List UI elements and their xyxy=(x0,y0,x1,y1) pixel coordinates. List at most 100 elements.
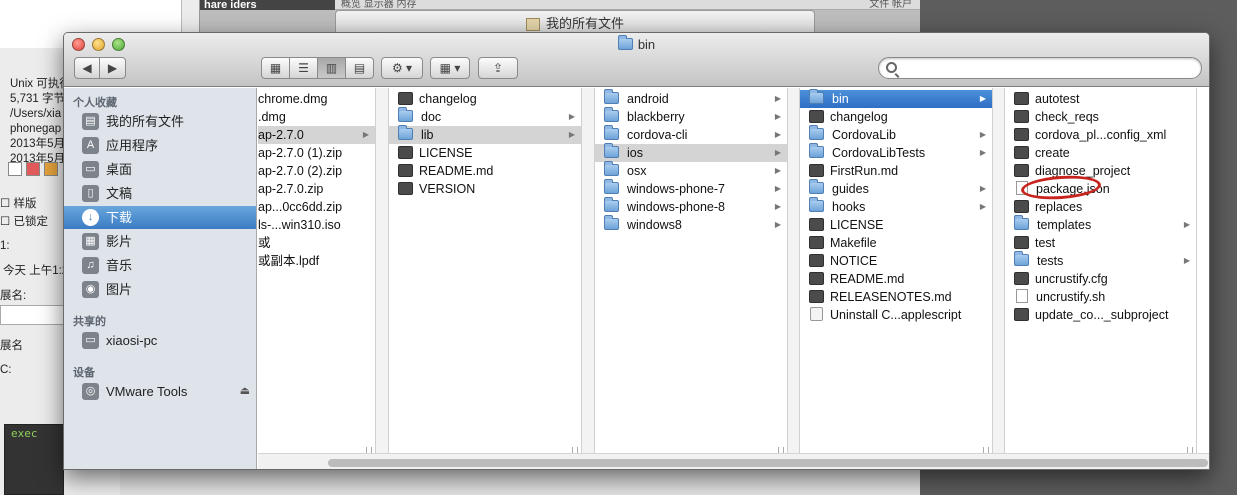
file-row-version[interactable]: VERSION xyxy=(389,180,581,198)
template-checkbox[interactable]: ☐ 样版 xyxy=(0,195,37,211)
file-row-ap-2-7-0-zip[interactable]: ap-2.7.0.zip xyxy=(258,180,375,198)
executable-icon xyxy=(1014,92,1029,105)
row-label: 或副本.lpdf xyxy=(258,254,320,268)
sidebar-item-desktop[interactable]: ▭ 桌面 xyxy=(64,158,256,181)
file-row-chrome-dmg[interactable]: chrome.dmg xyxy=(258,90,375,108)
file-row-dmg[interactable]: .dmg xyxy=(258,108,375,126)
file-row-uncrustify-cfg[interactable]: uncrustify.cfg xyxy=(1005,270,1196,288)
folder-row-tests[interactable]: tests ▶ xyxy=(1005,251,1196,270)
locked-checkbox[interactable]: ☐ 已锁定 xyxy=(0,213,48,229)
file-row-ap-0cc6dd-zip[interactable]: ap...0cc6dd.zip xyxy=(258,198,375,216)
folder-row-hooks[interactable]: hooks ▶ xyxy=(800,197,992,216)
file-row-update-co-subproject[interactable]: update_co..._subproject xyxy=(1005,306,1196,324)
file-row-ap-2-7-0-1-zip[interactable]: ap-2.7.0 (1).zip xyxy=(258,144,375,162)
folder-row-cordovalibtests[interactable]: CordovaLibTests ▶ xyxy=(800,143,992,162)
file-row-replaces[interactable]: replaces xyxy=(1005,198,1196,216)
sidebar-item-label: 音乐 xyxy=(106,258,133,273)
disclosure-arrow-icon: ▶ xyxy=(774,112,781,121)
search-box[interactable] xyxy=(878,57,1202,79)
file-row-ap-2-7-0[interactable]: ap-2.7.0 ▶ xyxy=(258,126,375,144)
movies-icon: ▦ xyxy=(82,233,99,250)
column-view-button[interactable]: ▥ xyxy=(318,58,346,78)
file-row-releasenotes-md[interactable]: RELEASENOTES.md xyxy=(800,288,992,306)
title-bar[interactable]: bin ◀ ▶ ▦ ☰ ▥ ▤ ⚙ ▾ ▦ ▾ ⇪ xyxy=(64,33,1209,87)
folder-row-blackberry[interactable]: blackberry ▶ xyxy=(595,107,787,126)
file-row-autotest[interactable]: autotest xyxy=(1005,90,1196,108)
file-row-diagnose-project[interactable]: diagnose_project xyxy=(1005,162,1196,180)
file-row-notice[interactable]: NOTICE xyxy=(800,252,992,270)
folder-row-windows-phone-8[interactable]: windows-phone-8 ▶ xyxy=(595,197,787,216)
sidebar-item-xiaosi-pc[interactable]: ▭ xiaosi-pc xyxy=(64,329,256,352)
file-row-test[interactable]: test xyxy=(1005,234,1196,252)
folder-row-ios[interactable]: ios ▶ xyxy=(595,143,787,162)
sidebar-item-all-my-files[interactable]: ▤ 我的所有文件 xyxy=(64,110,256,133)
icon-view-button[interactable]: ▦ xyxy=(262,58,290,78)
coverflow-view-button[interactable]: ▤ xyxy=(346,58,373,78)
back-button[interactable]: ◀ xyxy=(75,58,100,78)
folder-row-doc[interactable]: doc ▶ xyxy=(389,107,581,126)
file-row-item-8[interactable]: 或 xyxy=(258,234,375,252)
folder-row-windows8[interactable]: windows8 ▶ xyxy=(595,215,787,234)
folder-row-android[interactable]: android ▶ xyxy=(595,89,787,108)
folder-row-osx[interactable]: osx ▶ xyxy=(595,161,787,180)
row-label: FirstRun.md xyxy=(830,164,899,178)
file-row-firstrun-md[interactable]: FirstRun.md xyxy=(800,162,992,180)
sidebar-item-label: 图片 xyxy=(106,282,133,297)
list-view-button[interactable]: ☰ xyxy=(290,58,318,78)
eject-icon[interactable]: ⏏ xyxy=(240,380,250,403)
file-row-readme-md[interactable]: README.md xyxy=(800,270,992,288)
file-row-makefile[interactable]: Makefile xyxy=(800,234,992,252)
row-label: 或 xyxy=(258,236,271,250)
arrange-menu-button[interactable]: ▦ ▾ xyxy=(430,57,470,79)
folder-row-bin[interactable]: bin ▶ xyxy=(800,89,992,108)
file-row-ap-2-7-0-2-zip[interactable]: ap-2.7.0 (2).zip xyxy=(258,162,375,180)
executable-icon xyxy=(398,182,413,195)
executable-icon xyxy=(809,272,824,285)
sidebar-item-applications[interactable]: A 应用程序 xyxy=(64,134,256,157)
row-label: changelog xyxy=(419,92,477,106)
sidebar-item-music[interactable]: ♫ 音乐 xyxy=(64,254,256,277)
files-icon xyxy=(525,18,540,32)
file-row-license[interactable]: LICENSE xyxy=(389,144,581,162)
all-files-icon: ▤ xyxy=(82,113,99,130)
folder-row-templates[interactable]: templates ▶ xyxy=(1005,215,1196,234)
column-divider[interactable] xyxy=(376,88,389,469)
sidebar-item-label: VMware Tools xyxy=(106,384,188,399)
column-divider[interactable] xyxy=(582,88,595,469)
file-row-check-reqs[interactable]: check_reqs xyxy=(1005,108,1196,126)
folder-icon xyxy=(604,179,619,194)
forward-button[interactable]: ▶ xyxy=(100,58,125,78)
share-button[interactable]: ⇪ xyxy=(478,57,518,79)
file-row-changelog[interactable]: changelog xyxy=(800,108,992,126)
file-row-license[interactable]: LICENSE xyxy=(800,216,992,234)
action-menu-button[interactable]: ⚙ ▾ xyxy=(381,57,423,79)
scrollbar-thumb[interactable] xyxy=(328,459,1208,467)
file-row-cordova-pl-config-xml[interactable]: cordova_pl...config_xml xyxy=(1005,126,1196,144)
row-label: CordovaLibTests xyxy=(832,146,926,160)
document-icon xyxy=(1016,289,1028,303)
file-row-lpdf[interactable]: 或副本.lpdf xyxy=(258,252,375,270)
sidebar-item-movies[interactable]: ▦ 影片 xyxy=(64,230,256,253)
folder-row-cordova-cli[interactable]: cordova-cli ▶ xyxy=(595,125,787,144)
name-field[interactable] xyxy=(0,305,70,325)
row-label: LICENSE xyxy=(419,146,473,160)
column-divider[interactable] xyxy=(993,88,1005,469)
column-divider[interactable] xyxy=(788,88,800,469)
folder-row-cordovalib[interactable]: CordovaLib ▶ xyxy=(800,125,992,144)
search-input[interactable] xyxy=(901,60,1191,76)
sidebar-item-pictures[interactable]: ◉ 图片 xyxy=(64,278,256,301)
horizontal-scrollbar[interactable] xyxy=(258,453,1209,469)
file-row-uncrustify-sh[interactable]: uncrustify.sh xyxy=(1005,288,1196,306)
file-row-changelog[interactable]: changelog xyxy=(389,90,581,108)
file-row-uninstall-c-applescript[interactable]: Uninstall C...applescript xyxy=(800,306,992,324)
folder-row-windows-phone-7[interactable]: windows-phone-7 ▶ xyxy=(595,179,787,198)
file-row-readme-md[interactable]: README.md xyxy=(389,162,581,180)
sidebar-item-vmware-tools[interactable]: ◎ VMware Tools ⏏ xyxy=(64,380,256,403)
folder-row-guides[interactable]: guides ▶ xyxy=(800,179,992,198)
sidebar-item-documents[interactable]: ▯ 文稿 xyxy=(64,182,256,205)
file-row-create[interactable]: create xyxy=(1005,144,1196,162)
sidebar-item-downloads[interactable]: ↓ 下载 xyxy=(64,206,256,229)
folder-row-lib[interactable]: lib ▶ xyxy=(389,125,581,144)
label-color-swatches[interactable] xyxy=(8,161,62,176)
file-row-ls-win310-iso[interactable]: ls-...win310.iso xyxy=(258,216,375,234)
